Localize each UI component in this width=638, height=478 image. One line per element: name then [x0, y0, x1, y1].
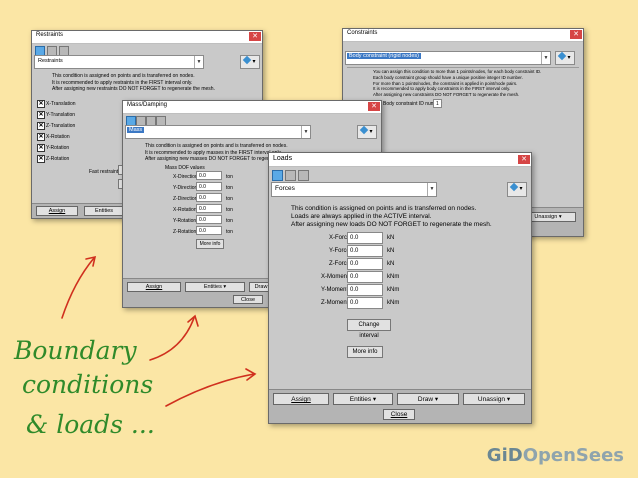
arrow-to-mass: [149, 317, 195, 361]
gid-opensees-logo: GiDOpenSees: [487, 445, 624, 466]
annotation-line-2: conditions: [22, 370, 154, 399]
arrow-to-restraints: [61, 257, 95, 319]
arrow-to-loads: [165, 373, 255, 407]
annotation-line-3: & loads ...: [26, 410, 155, 439]
logo-opensees: OpenSees: [522, 445, 624, 466]
logo-gid: GiD: [486, 445, 523, 466]
annotation-arrows: [61, 255, 257, 407]
annotation-line-1: Boundary: [14, 336, 137, 365]
